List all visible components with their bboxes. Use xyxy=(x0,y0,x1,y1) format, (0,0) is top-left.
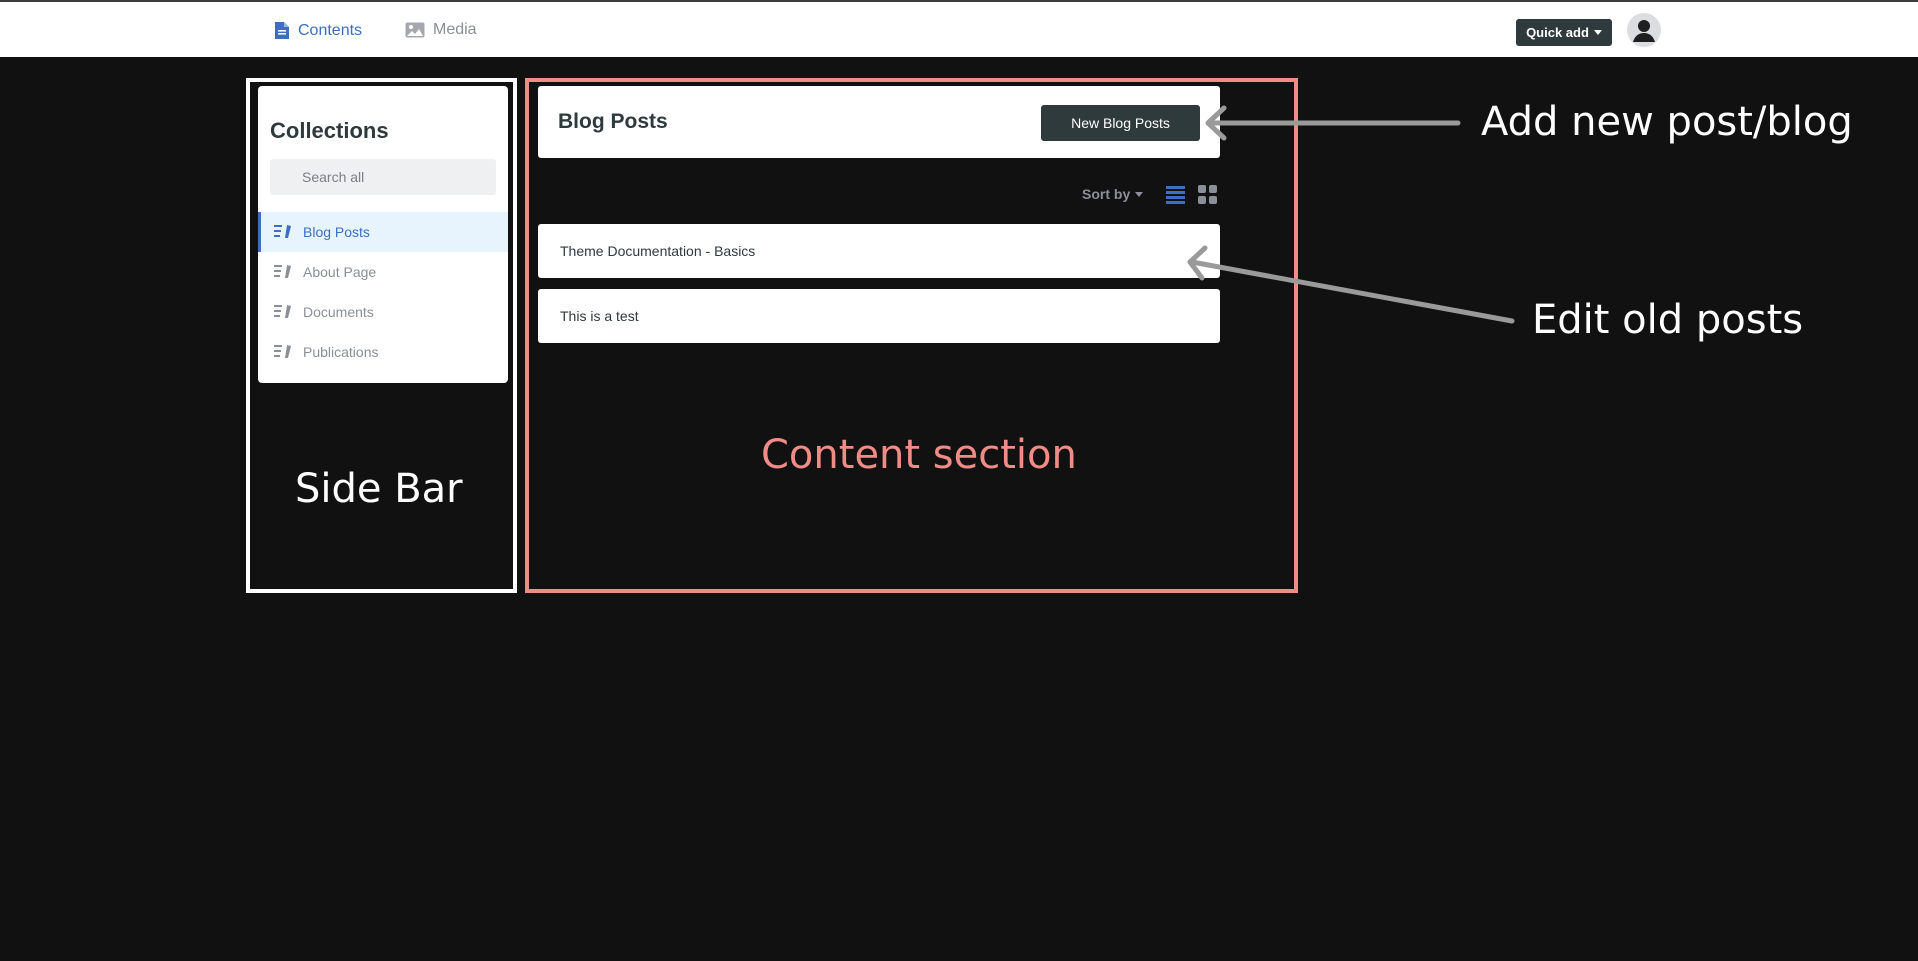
post-item[interactable]: Theme Documentation - Basics xyxy=(538,224,1220,278)
annotation-edit-old: Edit old posts xyxy=(1532,297,1804,343)
collections-title: Collections xyxy=(270,118,389,143)
nav-media-label: Media xyxy=(433,21,477,38)
collections-sidebar: Collections Blog Posts About Page Docume… xyxy=(258,86,508,383)
nav-contents[interactable]: Contents xyxy=(274,21,362,40)
sidebar-item-label: Blog Posts xyxy=(303,224,370,240)
nav-media[interactable]: Media xyxy=(405,21,477,39)
user-avatar-icon[interactable] xyxy=(1627,13,1661,47)
page-title: Blog Posts xyxy=(558,110,668,133)
sort-by-dropdown[interactable]: Sort by xyxy=(1082,186,1144,202)
search-input[interactable] xyxy=(270,159,496,195)
sidebar-item-publications[interactable]: Publications xyxy=(258,332,508,372)
grid-view-icon[interactable] xyxy=(1198,185,1217,209)
top-navigation-bar: Contents Media Quick add xyxy=(0,0,1918,57)
sort-by-label: Sort by xyxy=(1082,186,1131,202)
collection-icon xyxy=(274,343,292,362)
list-view-icon[interactable] xyxy=(1166,185,1186,209)
annotation-add-new: Add new post/blog xyxy=(1481,99,1853,145)
sidebar-item-about-page[interactable]: About Page xyxy=(258,252,508,292)
post-item[interactable]: This is a test xyxy=(538,289,1220,343)
sidebar-item-label: About Page xyxy=(303,264,377,280)
sidebar-annotation-label: Side Bar xyxy=(295,466,463,512)
new-blog-post-button[interactable]: New Blog Posts xyxy=(1041,105,1200,141)
sidebar-item-label: Documents xyxy=(303,304,374,320)
image-icon xyxy=(405,22,425,38)
quick-add-button[interactable]: Quick add xyxy=(1516,19,1612,46)
nav-contents-label: Contents xyxy=(298,21,363,39)
sidebar-item-blog-posts[interactable]: Blog Posts xyxy=(258,212,508,252)
collection-icon xyxy=(274,263,292,282)
sidebar-item-label: Publications xyxy=(303,344,379,360)
chevron-down-icon xyxy=(1593,30,1602,35)
sidebar-item-documents[interactable]: Documents xyxy=(258,292,508,332)
chevron-down-icon xyxy=(1135,191,1144,197)
collection-icon xyxy=(274,223,292,242)
document-icon xyxy=(274,21,290,40)
content-annotation-label: Content section xyxy=(761,432,1077,478)
collection-icon xyxy=(274,303,292,322)
quick-add-label: Quick add xyxy=(1526,25,1589,40)
content-header: Blog Posts New Blog Posts xyxy=(538,86,1220,158)
